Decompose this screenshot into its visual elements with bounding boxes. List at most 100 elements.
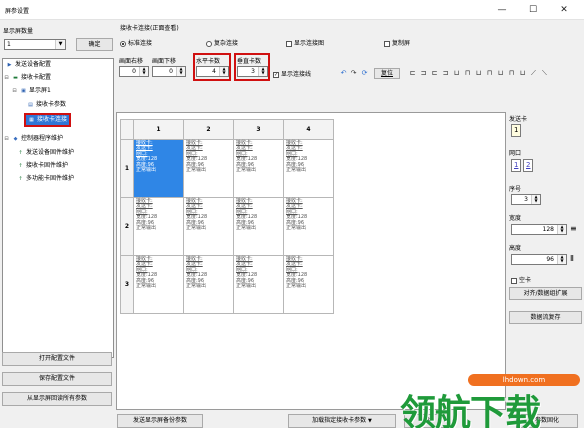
upload-icon: ↑ bbox=[18, 163, 23, 169]
check-copy-screen[interactable]: 复制屏 bbox=[384, 38, 410, 47]
wiring-icon[interactable]: ⟍ bbox=[540, 69, 549, 78]
check-empty-card[interactable]: 空卡 bbox=[511, 275, 531, 284]
confirm-button[interactable]: 确定 bbox=[76, 38, 113, 51]
tree-item-receive-card-params[interactable]: ▤ 接收卡参数 bbox=[27, 100, 66, 110]
card-cell[interactable]: 接收卡: 发送卡: 网口: 宽度:128 高度:96 正常输出 bbox=[283, 197, 334, 256]
collapse-icon: ⊟ bbox=[4, 75, 9, 81]
column-header: 1 bbox=[133, 119, 184, 140]
card-cell[interactable]: 接收卡: 发送卡: 网口: 宽度:128 高度:96 正常输出 bbox=[133, 255, 184, 314]
group-title: 接收卡连接(正面查看) bbox=[120, 25, 179, 32]
spin-arrows-icon: ▲ ▼ bbox=[557, 255, 566, 264]
wiring-icon[interactable]: ⊓ bbox=[485, 69, 494, 78]
data-stream-button[interactable]: 数据流复存 bbox=[509, 311, 582, 324]
minimize-button[interactable]: — bbox=[489, 3, 515, 17]
spin-arrows-icon: ▲ ▼ bbox=[557, 225, 566, 234]
controller-icon: ◆ bbox=[13, 136, 18, 142]
tree-item-send-firmware[interactable]: ↑ 发送设备固件维护 bbox=[17, 148, 74, 158]
tree-item-screen-1[interactable]: ⊟ ▣ 显示屏1 bbox=[11, 86, 50, 96]
card-grid: 1 2 3 4 1 接收卡: 发送卡: 网口: 宽度:128 高度:96 正常输出 接收卡: 发送卡: 网… bbox=[120, 119, 334, 314]
collapse-icon: ⊟ bbox=[12, 88, 17, 94]
spin-arrows-icon: ▲ ▼ bbox=[139, 67, 148, 76]
tree-item-receive-firmware[interactable]: ↑ 接收卡固件维护 bbox=[17, 161, 68, 171]
shift-down-input[interactable]: 0 ▲ ▼ bbox=[152, 66, 186, 77]
load-receive-params-button[interactable]: 加载指定接收卡参数 ▼ bbox=[288, 414, 396, 428]
cell-line: 正常输出 bbox=[236, 283, 257, 290]
cell-line: 正常输出 bbox=[186, 225, 207, 232]
close-button[interactable]: ✕ bbox=[551, 3, 577, 17]
cell-line: 正常输出 bbox=[136, 283, 157, 290]
radio-standard[interactable]: 标准连接 bbox=[120, 38, 152, 47]
spin-arrows-icon: ▲ ▼ bbox=[258, 67, 267, 76]
align-extend-button[interactable]: 对齐/数据组扩展 bbox=[509, 287, 582, 300]
width-label: 宽度 bbox=[509, 215, 522, 222]
read-all-button[interactable]: 从显示屏回读所有参数 bbox=[2, 392, 112, 406]
main-area: 接收卡连接(正面查看) 标准连接 复杂连接 显示连接图 复制屏 画面右移 0 ▲… bbox=[116, 20, 584, 428]
card-cell[interactable]: 接收卡: 发送卡: 网口: 宽度:128 高度:96 正常输出 bbox=[183, 139, 234, 198]
wiring-icon[interactable]: ⊔ bbox=[474, 69, 483, 78]
cell-line: 正常输出 bbox=[236, 225, 257, 232]
card-cell[interactable]: 接收卡: 发送卡: 网口: 宽度:128 高度:96 正常输出 bbox=[283, 255, 334, 314]
port-1[interactable]: 1 bbox=[511, 159, 522, 172]
screen-count-select[interactable]: 1 ▼ bbox=[4, 39, 66, 50]
collapse-icon: ⊟ bbox=[4, 136, 9, 142]
tree-item-controller-maintenance[interactable]: ⊟ ◆ 控制器程序维护 bbox=[3, 134, 63, 144]
maximize-button[interactable]: ☐ bbox=[520, 3, 546, 17]
card-cell[interactable]: 接收卡: 发送卡: 网口: 宽度:128 高度:96 正常输出 bbox=[133, 139, 184, 198]
wiring-icon[interactable]: ⊔ bbox=[518, 69, 527, 78]
grid-icon: ▦ bbox=[29, 117, 34, 123]
column-header: 2 bbox=[183, 119, 234, 140]
save-config-button[interactable]: 保存配置文件 bbox=[2, 372, 112, 386]
spin-arrows-icon: ▲ ▼ bbox=[176, 67, 185, 76]
tree-item-send-device[interactable]: ▶ 发送设备配置 bbox=[6, 60, 51, 70]
undo-icon[interactable]: ↶ bbox=[339, 69, 348, 78]
cell-line: 正常输出 bbox=[136, 225, 157, 232]
height-lock-icon[interactable]: Ⅱ bbox=[570, 254, 574, 263]
card-cell[interactable]: 接收卡: 发送卡: 网口: 宽度:128 高度:96 正常输出 bbox=[233, 255, 284, 314]
wiring-icon[interactable]: ⊏ bbox=[408, 69, 417, 78]
index-input[interactable]: 3 ▲ ▼ bbox=[511, 194, 541, 205]
check-show-lines[interactable]: ✓ 显示连接线 bbox=[273, 69, 311, 78]
screen-count-label: 显示屏数量 bbox=[3, 28, 34, 35]
port-2[interactable]: 2 bbox=[523, 159, 534, 172]
port-label: 网口 bbox=[509, 150, 522, 157]
check-show-diagram[interactable]: 显示连接图 bbox=[286, 38, 324, 47]
width-input[interactable]: 128 ▲ ▼ bbox=[511, 224, 567, 235]
radio-complex[interactable]: 复杂连接 bbox=[206, 38, 238, 47]
arrow-icon: ▶ bbox=[7, 62, 12, 68]
tree-item-receive-card-connection[interactable]: ▦ 接收卡连接 bbox=[23, 113, 72, 127]
wiring-icon[interactable]: ⟋ bbox=[529, 69, 538, 78]
card-cell[interactable]: 接收卡: 发送卡: 网口: 宽度:128 高度:96 正常输出 bbox=[183, 197, 234, 256]
card-cell[interactable]: 接收卡: 发送卡: 网口: 宽度:128 高度:96 正常输出 bbox=[233, 197, 284, 256]
wiring-icon[interactable]: ⊔ bbox=[496, 69, 505, 78]
redo-icon[interactable]: ↷ bbox=[349, 69, 358, 78]
open-config-button[interactable]: 打开配置文件 bbox=[2, 352, 112, 366]
checkbox-icon bbox=[511, 277, 517, 284]
wiring-icon[interactable]: ⊏ bbox=[430, 69, 439, 78]
vertical-cards-input[interactable]: 3 ▲ ▼ bbox=[237, 66, 268, 77]
wiring-icon[interactable]: ⊓ bbox=[463, 69, 472, 78]
card-cell[interactable]: 接收卡: 发送卡: 网口: 宽度:128 高度:96 正常输出 bbox=[283, 139, 334, 198]
send-backup-params-button[interactable]: 发送显示屏备份参数 bbox=[117, 414, 203, 428]
wiring-icon[interactable]: ⊔ bbox=[452, 69, 461, 78]
label-vertical-cards: 垂直卡数 bbox=[237, 58, 262, 65]
config-tree: ▶ 发送设备配置 ⊟ ▬ 接收卡配置 ⊟ ▣ 显示屏1 ▤ 接收卡参数 ▦ 接收… bbox=[2, 58, 114, 358]
refresh-icon[interactable]: ⟳ bbox=[360, 69, 369, 78]
watermark-text: 领航下载 bbox=[400, 393, 541, 428]
wiring-icon[interactable]: ⊐ bbox=[441, 69, 450, 78]
tree-item-receive-card-config[interactable]: ⊟ ▬ 接收卡配置 bbox=[3, 73, 51, 83]
wiring-icon[interactable]: ⊓ bbox=[507, 69, 516, 78]
connection-group: 接收卡连接(正面查看) 标准连接 复杂连接 显示连接图 复制屏 画面右移 0 ▲… bbox=[116, 20, 581, 120]
send-card-value[interactable]: 1 bbox=[511, 124, 522, 137]
wiring-icon[interactable]: ⊐ bbox=[419, 69, 428, 78]
reset-button[interactable]: 复位 bbox=[374, 68, 400, 79]
width-lock-icon[interactable]: ≡ bbox=[570, 224, 577, 233]
shift-right-input[interactable]: 0 ▲ ▼ bbox=[119, 66, 149, 77]
card-cell[interactable]: 接收卡: 发送卡: 网口: 宽度:128 高度:96 正常输出 bbox=[183, 255, 234, 314]
card-cell[interactable]: 接收卡: 发送卡: 网口: 宽度:128 高度:96 正常输出 bbox=[133, 197, 184, 256]
card-cell[interactable]: 接收卡: 发送卡: 网口: 宽度:128 高度:96 正常输出 bbox=[233, 139, 284, 198]
upload-icon: ↑ bbox=[18, 150, 23, 156]
height-input[interactable]: 96 ▲ ▼ bbox=[511, 254, 567, 265]
tree-item-multifunction-firmware[interactable]: ↑ 多功能卡固件维护 bbox=[17, 174, 74, 184]
window-title: 屏参设置 bbox=[5, 8, 30, 15]
horizontal-cards-input[interactable]: 4 ▲ ▼ bbox=[196, 66, 229, 77]
